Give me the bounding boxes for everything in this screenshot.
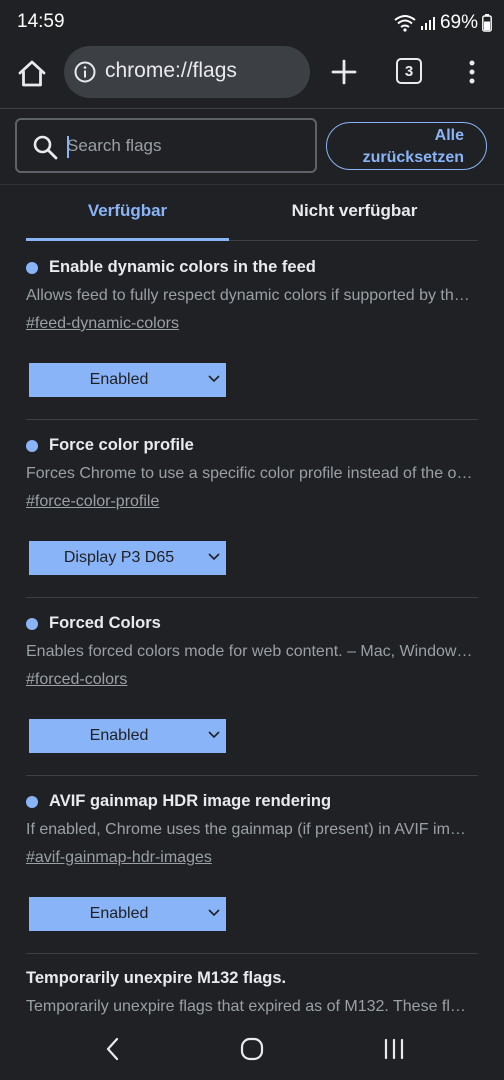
- flag-description: Forces Chrome to use a specific color pr…: [26, 465, 474, 482]
- flag-title-text: Forced Colors: [49, 614, 161, 632]
- flag-link[interactable]: #feed-dynamic-colors: [26, 315, 179, 333]
- flag-select[interactable]: Enabled: [29, 897, 226, 931]
- flag-title: AVIF gainmap HDR image rendering: [26, 792, 331, 811]
- modified-dot-icon: [26, 261, 38, 274]
- toolbar-divider: [0, 108, 504, 109]
- status-time: 14:59: [17, 11, 65, 32]
- modified-dot-icon: [26, 795, 38, 808]
- flag-title: Forced Colors: [26, 614, 161, 633]
- plus-icon[interactable]: [330, 58, 358, 86]
- home-nav-icon[interactable]: [240, 1037, 264, 1061]
- signal-icon: [420, 17, 435, 30]
- tab-available[interactable]: Verfügbar: [26, 201, 229, 221]
- modified-dot-icon: [26, 617, 38, 630]
- reset-all-label-line1: Alle: [434, 127, 464, 144]
- flag-divider: [26, 775, 478, 776]
- flag-description: Temporarily unexpire flags that expired …: [26, 998, 474, 1015]
- wifi-icon: [394, 15, 416, 32]
- text-caret: [67, 136, 69, 158]
- home-icon[interactable]: [16, 58, 48, 90]
- battery-icon: [482, 14, 492, 32]
- info-icon[interactable]: [74, 61, 96, 83]
- tab-unavailable[interactable]: Nicht verfügbar: [253, 201, 456, 221]
- flag-link[interactable]: #force-color-profile: [26, 493, 159, 511]
- flag-title: Temporarily unexpire M132 flags.: [26, 969, 286, 988]
- system-nav-bar: [0, 1017, 504, 1080]
- flag-link[interactable]: #avif-gainmap-hdr-images: [26, 849, 212, 867]
- flags-tabs: Verfügbar Nicht verfügbar: [0, 184, 504, 241]
- browser-toolbar: chrome://flags 3: [0, 46, 504, 108]
- url-text: chrome://flags: [105, 59, 237, 82]
- flag-select[interactable]: Enabled: [29, 719, 226, 753]
- back-icon[interactable]: [102, 1036, 124, 1062]
- tab-switcher-button[interactable]: 3: [396, 58, 422, 84]
- chevron-down-icon: [208, 731, 220, 739]
- search-input[interactable]: [67, 130, 307, 162]
- flag-select-value: Enabled: [89, 905, 149, 922]
- chevron-down-icon: [208, 375, 220, 383]
- recents-icon[interactable]: [382, 1037, 406, 1061]
- flag-select-value: Enabled: [89, 371, 149, 388]
- flag-description: Allows feed to fully respect dynamic col…: [26, 287, 474, 304]
- flag-title-text: Temporarily unexpire M132 flags.: [26, 969, 287, 987]
- flag-title-text: Enable dynamic colors in the feed: [49, 258, 316, 276]
- search-icon: [33, 135, 58, 160]
- tab-indicator: [26, 238, 229, 241]
- tab-count: 3: [404, 62, 414, 80]
- flag-select[interactable]: Display P3 D65: [29, 541, 226, 575]
- flag-title-text: AVIF gainmap HDR image rendering: [49, 792, 332, 810]
- flag-title: Force color profile: [26, 436, 194, 455]
- flag-select[interactable]: Enabled: [29, 363, 226, 397]
- flag-select-value: Enabled: [89, 727, 149, 744]
- status-indicators: 69%: [394, 11, 492, 35]
- flag-divider: [26, 597, 478, 598]
- battery-percent: 69%: [439, 12, 478, 33]
- flag-divider: [26, 953, 478, 954]
- reset-all-label-line2: zurücksetzen: [362, 149, 464, 166]
- flag-title-text: Force color profile: [49, 436, 194, 454]
- flag-link[interactable]: #forced-colors: [26, 671, 127, 689]
- flag-select-value: Display P3 D65: [63, 549, 175, 566]
- chevron-down-icon: [208, 909, 220, 917]
- search-box[interactable]: [15, 118, 317, 173]
- chevron-down-icon: [208, 553, 220, 561]
- flag-description: If enabled, Chrome uses the gainmap (if …: [26, 821, 474, 838]
- flag-divider: [26, 419, 478, 420]
- reset-all-button[interactable]: Alle zurücksetzen: [326, 122, 487, 170]
- flag-description: Enables forced colors mode for web conte…: [26, 643, 474, 660]
- more-vert-icon[interactable]: [460, 58, 484, 86]
- status-bar: 14:59 69%: [0, 0, 504, 46]
- modified-dot-icon: [26, 439, 38, 452]
- flag-title: Enable dynamic colors in the feed: [26, 258, 316, 277]
- address-bar[interactable]: chrome://flags: [64, 46, 310, 98]
